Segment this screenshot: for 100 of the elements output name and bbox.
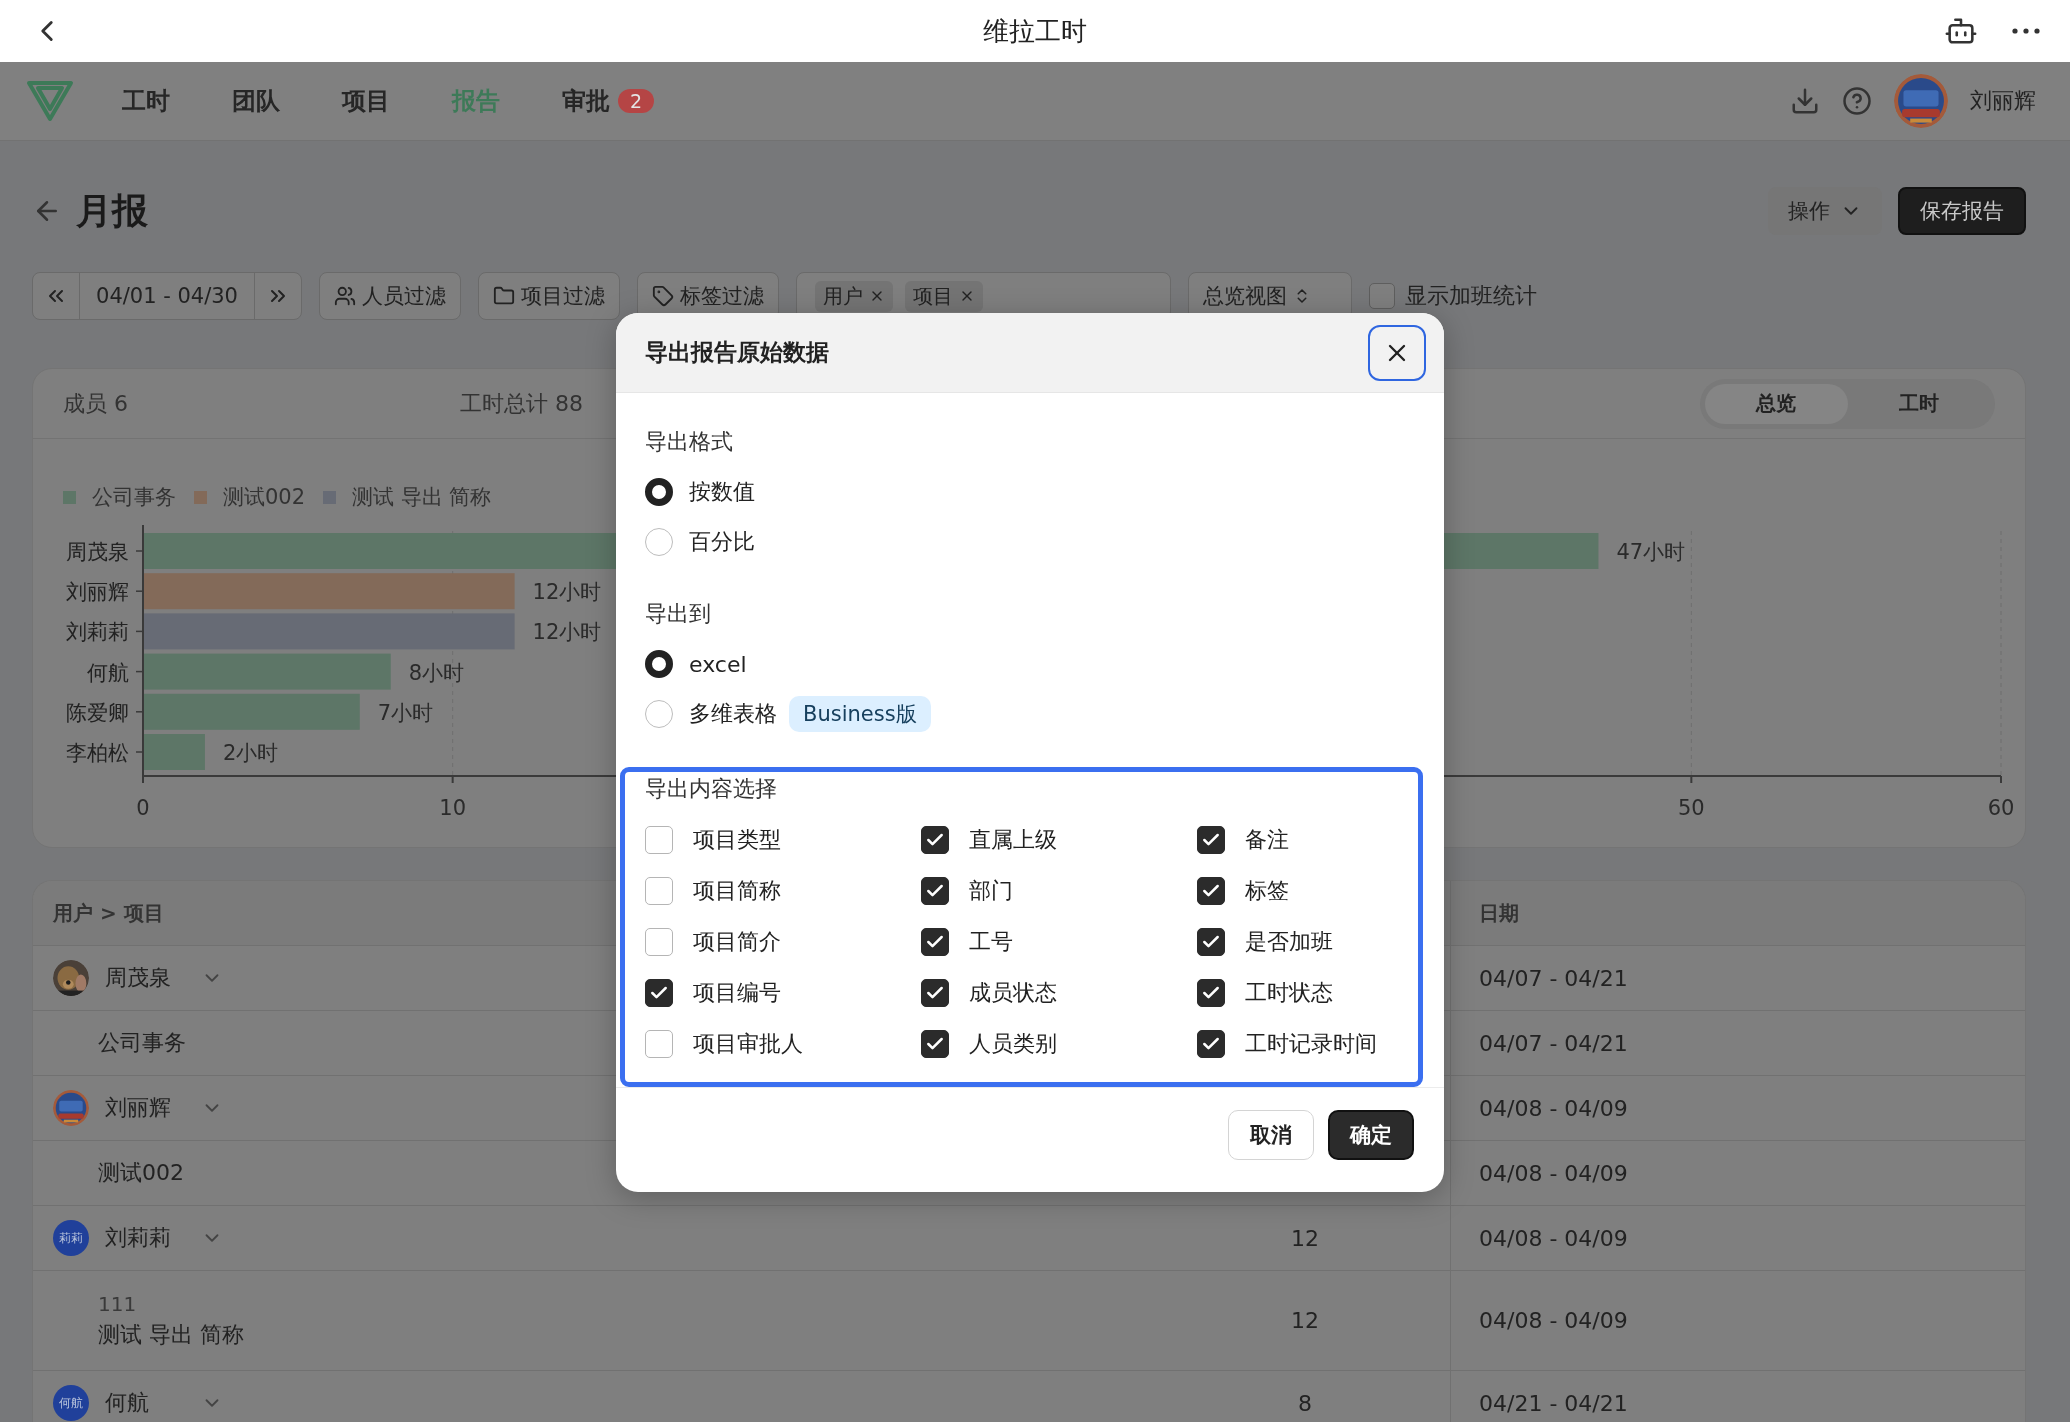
section-label: 导出格式 — [645, 428, 734, 456]
radio-button[interactable] — [645, 528, 673, 556]
radio-option[interactable]: 按数值 — [645, 467, 1444, 517]
date-cell: 04/08 - 04/09 — [1479, 1308, 1628, 1333]
view-tab[interactable]: 工时 — [1847, 383, 1990, 424]
tick-label: 50 — [1677, 796, 1705, 820]
checkbox[interactable] — [1197, 825, 1225, 854]
nav-tab[interactable]: 项目 — [342, 85, 390, 117]
date-cell: 04/21 - 04/21 — [1479, 1390, 1628, 1416]
close-button[interactable] — [1368, 324, 1426, 381]
radio-option[interactable]: 多维表格 Business版 — [645, 689, 1444, 739]
axis-label: 周茂泉 — [66, 540, 129, 564]
filter-button[interactable]: 项目过滤 — [478, 272, 620, 320]
section-label: 导出到 — [645, 600, 712, 628]
download-icon — [1790, 86, 1820, 116]
hours-cell: 8 — [1298, 1390, 1312, 1416]
radio-button[interactable] — [645, 650, 673, 678]
checkbox[interactable] — [1197, 927, 1225, 956]
member-count: 成员 6 — [63, 389, 128, 418]
checkbox[interactable] — [1197, 978, 1225, 1007]
axis-label: 李柏松 — [66, 741, 129, 765]
checkbox[interactable] — [921, 927, 949, 956]
checkbox-option[interactable]: 备注 — [1197, 814, 1418, 865]
checkbox-option[interactable]: 人员类别 — [921, 1018, 1197, 1069]
radio-button[interactable] — [645, 700, 673, 728]
nav-tab[interactable]: 审批 2 — [562, 85, 655, 117]
logo-icon — [26, 79, 74, 123]
radio-option[interactable]: excel — [645, 639, 1444, 689]
save-button[interactable]: 保存报告 — [1898, 187, 2026, 235]
date-cell: 04/07 - 04/21 — [1479, 965, 1628, 991]
checkbox-option[interactable]: 项目类型 — [645, 814, 921, 865]
app-title: 维拉工时 — [982, 14, 1088, 48]
checkbox-option[interactable]: 工时记录时间 — [1197, 1018, 1418, 1069]
page-title: 月报 — [76, 188, 148, 233]
checkbox-option[interactable]: 直属上级 — [921, 814, 1197, 865]
checkbox[interactable] — [645, 825, 673, 854]
checkbox[interactable] — [1197, 1029, 1225, 1058]
checkbox-option[interactable]: 项目简介 — [645, 916, 921, 967]
value-label: 12小时 — [532, 580, 602, 605]
tag-icon — [652, 285, 674, 307]
date-cell: 04/08 - 04/09 — [1479, 1225, 1628, 1251]
checkbox[interactable] — [921, 876, 949, 905]
radio-button[interactable] — [645, 478, 673, 506]
checkbox[interactable] — [921, 1029, 949, 1058]
checkbox[interactable] — [645, 1029, 673, 1058]
help-button[interactable] — [1842, 86, 1872, 116]
view-tab[interactable]: 总览 — [1705, 383, 1848, 424]
user-name: 刘莉莉 — [105, 1224, 172, 1252]
checkbox-option[interactable]: 工时状态 — [1197, 967, 1418, 1018]
value-label: 12小时 — [532, 620, 602, 645]
checkbox-option[interactable]: 工号 — [921, 916, 1197, 967]
user-name: 刘丽辉 — [105, 1094, 172, 1122]
checkbox[interactable] — [921, 825, 949, 854]
tick-label: 0 — [136, 796, 150, 820]
checkbox[interactable] — [1197, 876, 1225, 905]
hours-cell: 12 — [1291, 1225, 1319, 1251]
count-badge: 2 — [618, 89, 655, 113]
filter-button[interactable]: 人员过滤 — [319, 272, 461, 320]
overtime-checkbox[interactable] — [1369, 283, 1395, 309]
value-label: 47小时 — [1616, 540, 1686, 564]
plan-badge: Business版 — [789, 696, 931, 732]
folder-icon — [493, 285, 515, 307]
more-button[interactable] — [2012, 28, 2040, 34]
column-header: 日期 — [1479, 899, 1519, 927]
help-icon — [1842, 86, 1872, 116]
avatar: 莉莉 — [53, 1220, 89, 1256]
more-icon — [2012, 28, 2040, 34]
checkbox-option[interactable]: 项目简称 — [645, 865, 921, 916]
checkbox-option[interactable]: 项目编号 — [645, 967, 921, 1018]
cancel-button[interactable]: 取消 — [1228, 1110, 1314, 1160]
section-label: 导出内容选择 — [645, 775, 778, 803]
checkbox-option[interactable]: 标签 — [1197, 865, 1418, 916]
actions-dropdown[interactable]: 操作 — [1768, 187, 1882, 235]
date-cell: 04/08 - 04/09 — [1479, 1095, 1628, 1121]
avatar: 何航 — [53, 1385, 89, 1421]
date-cell: 04/08 - 04/09 — [1479, 1160, 1628, 1186]
user-name: 何航 — [105, 1389, 150, 1417]
project-name: 测试 导出 简称 — [98, 1320, 244, 1349]
confirm-button[interactable]: 确定 — [1328, 1110, 1414, 1160]
checkbox[interactable] — [645, 978, 673, 1007]
legend-label: 测试002 — [223, 484, 306, 511]
radio-option[interactable]: 百分比 — [645, 517, 1444, 567]
axis-label: 何航 — [87, 660, 129, 685]
legend-label: 公司事务 — [92, 484, 176, 511]
axis-label: 陈爱卿 — [66, 700, 129, 725]
checkbox-option[interactable]: 项目审批人 — [645, 1018, 921, 1069]
checkbox-option[interactable]: 成员状态 — [921, 967, 1197, 1018]
value-label: 8小时 — [408, 660, 465, 685]
checkbox[interactable] — [645, 876, 673, 905]
download-button[interactable] — [1790, 86, 1820, 116]
checkbox-option[interactable]: 部门 — [921, 865, 1197, 916]
checkbox-option[interactable]: 是否加班 — [1197, 916, 1418, 967]
checkbox[interactable] — [921, 978, 949, 1007]
dialog-title: 导出报告原始数据 — [645, 338, 829, 367]
nav-tab[interactable]: 团队 — [232, 85, 280, 117]
checkbox[interactable] — [645, 927, 673, 956]
column-header: 用户 > 项目 — [53, 899, 164, 927]
nav-tab[interactable]: 工时 — [122, 85, 170, 117]
people-icon — [334, 285, 356, 307]
value-label: 7小时 — [377, 700, 434, 725]
